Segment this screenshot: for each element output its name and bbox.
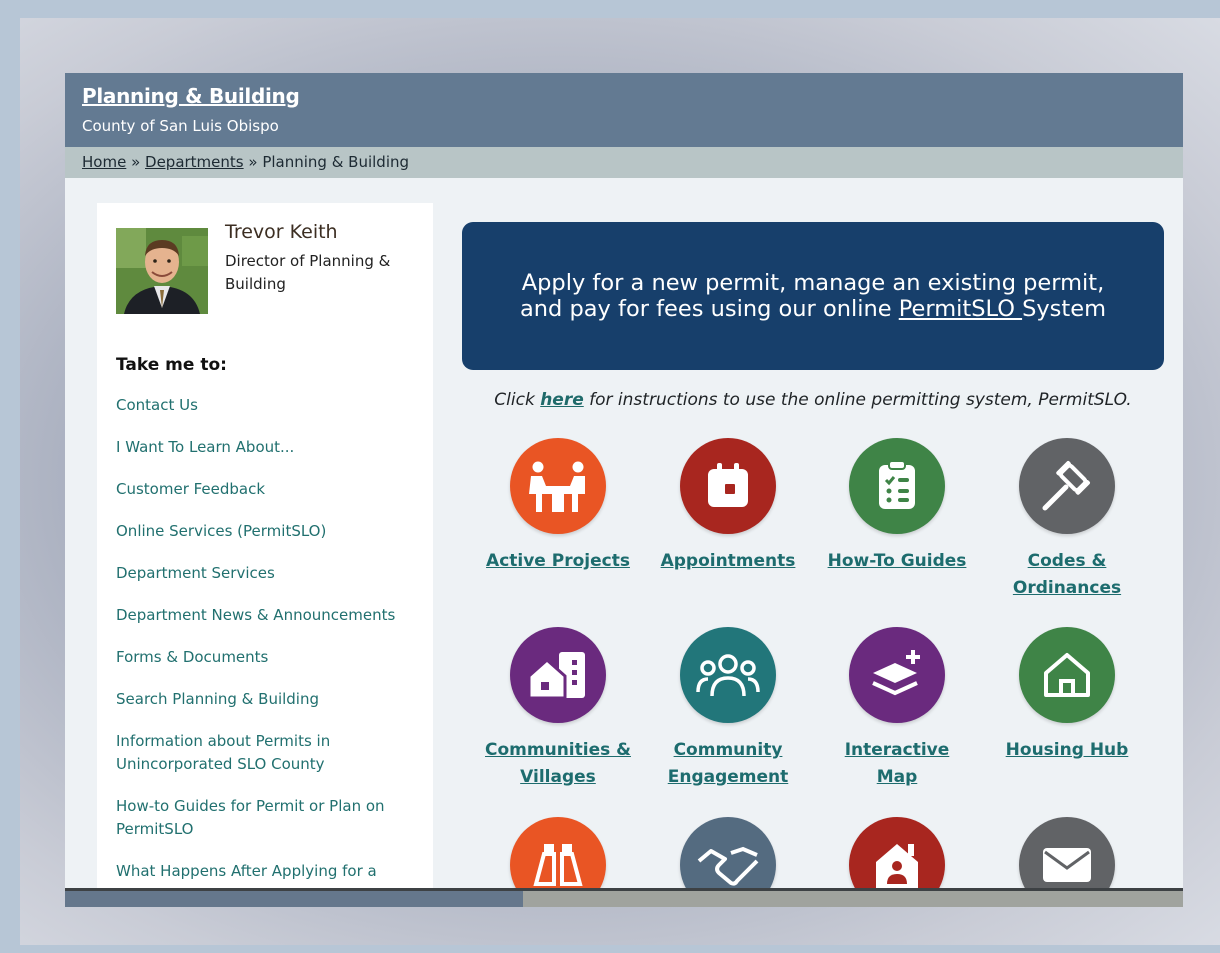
site-header: Planning & Building County of San Luis O… bbox=[65, 73, 1183, 147]
page-footer-strip bbox=[65, 888, 1183, 907]
sidebar-link-search[interactable]: Search Planning & Building bbox=[116, 688, 416, 711]
tile-circle bbox=[510, 627, 606, 723]
browser-page: Planning & Building County of San Luis O… bbox=[65, 73, 1183, 907]
tile-label: Appointments bbox=[660, 551, 796, 571]
sidebar-link-learn-about[interactable]: I Want To Learn About... bbox=[116, 436, 416, 459]
tile-circle bbox=[849, 627, 945, 723]
tile-circle bbox=[680, 438, 776, 534]
tile-label: Communities & Villages bbox=[485, 740, 631, 787]
instructions-here-link[interactable]: here bbox=[540, 390, 584, 410]
people-meeting-icon bbox=[529, 461, 585, 512]
breadcrumb-current: Planning & Building bbox=[262, 153, 410, 171]
sidebar-link-department-services[interactable]: Department Services bbox=[116, 562, 416, 585]
envelope-icon bbox=[1043, 848, 1091, 882]
banner-text: Apply for a new permit, manage an existi… bbox=[502, 270, 1124, 322]
director-name: Trevor Keith bbox=[225, 221, 338, 243]
tile-communities-villages[interactable]: Communities & Villages bbox=[483, 627, 633, 791]
sidebar-link-news[interactable]: Department News & Announcements bbox=[116, 604, 416, 627]
sidebar-link-permits-info[interactable]: Information about Permits in Unincorpora… bbox=[116, 730, 416, 776]
tile-label: Interactive Map bbox=[844, 740, 950, 787]
tile-appointments[interactable]: Appointments bbox=[653, 438, 803, 575]
sidebar-link-after-applying[interactable]: What Happens After Applying for a bbox=[116, 860, 416, 883]
tile-how-to-guides[interactable]: How-To Guides bbox=[822, 438, 972, 575]
director-title: Director of Planning & Building bbox=[225, 252, 391, 293]
tile-label: Community Engagement bbox=[667, 740, 789, 787]
map-layers-icon bbox=[872, 650, 920, 696]
site-title-link[interactable]: Planning & Building bbox=[82, 84, 300, 108]
footer-divider bbox=[65, 888, 1183, 891]
breadcrumb: Home » Departments » Planning & Building bbox=[65, 147, 1183, 178]
sidebar-link-forms[interactable]: Forms & Documents bbox=[116, 646, 416, 669]
tile-active-projects[interactable]: Active Projects bbox=[483, 438, 633, 575]
breadcrumb-separator: » bbox=[126, 153, 146, 171]
binoculars-icon bbox=[533, 844, 583, 886]
permitslo-link[interactable]: PermitSLO bbox=[899, 296, 1022, 322]
director-photo bbox=[116, 228, 208, 314]
permitslo-banner: Apply for a new permit, manage an existi… bbox=[462, 222, 1164, 370]
sidebar-link-customer-feedback[interactable]: Customer Feedback bbox=[116, 478, 416, 501]
tile-circle bbox=[1019, 627, 1115, 723]
tile-circle bbox=[510, 438, 606, 534]
house-icon bbox=[1044, 653, 1090, 697]
take-me-to-heading: Take me to: bbox=[116, 355, 227, 375]
sidebar: Trevor Keith Director of Planning & Buil… bbox=[97, 203, 433, 893]
sidebar-link-how-to-guides[interactable]: How-to Guides for Permit or Plan on Perm… bbox=[116, 795, 416, 841]
tile-label: Active Projects bbox=[486, 551, 630, 571]
sidebar-link-contact-us[interactable]: Contact Us bbox=[116, 394, 416, 417]
handshake-icon bbox=[697, 846, 759, 886]
site-subtitle: County of San Luis Obispo bbox=[82, 117, 279, 135]
tile-label: Housing Hub bbox=[1005, 740, 1129, 760]
group-people-icon bbox=[696, 654, 760, 697]
tile-circle bbox=[680, 627, 776, 723]
calendar-icon bbox=[708, 463, 748, 507]
house-buildings-icon bbox=[527, 652, 585, 700]
sidebar-nav: Contact Us I Want To Learn About... Cust… bbox=[116, 394, 416, 902]
tile-circle bbox=[1019, 438, 1115, 534]
tile-housing-hub[interactable]: Housing Hub bbox=[992, 627, 1142, 764]
instructions-line: Click here for instructions to use the o… bbox=[462, 390, 1164, 410]
tile-community-engagement[interactable]: Community Engagement bbox=[653, 627, 803, 791]
tile-codes-ordinances[interactable]: Codes & Ordinances bbox=[992, 438, 1142, 602]
house-person-icon bbox=[876, 844, 918, 888]
tile-label: How-To Guides bbox=[827, 551, 967, 571]
clipboard-checklist-icon bbox=[879, 461, 915, 509]
instructions-after: for instructions to use the online permi… bbox=[583, 390, 1132, 410]
instructions-before: Click bbox=[494, 390, 541, 410]
tile-circle bbox=[849, 438, 945, 534]
tile-interactive-map[interactable]: Interactive Map bbox=[822, 627, 972, 791]
tile-label: Codes & Ordinances bbox=[1012, 551, 1122, 598]
breadcrumb-departments-link[interactable]: Departments bbox=[145, 153, 244, 171]
banner-text-after: System bbox=[1022, 296, 1106, 322]
breadcrumb-separator: » bbox=[243, 153, 263, 171]
sidebar-link-online-services[interactable]: Online Services (PermitSLO) bbox=[116, 520, 416, 543]
gavel-icon bbox=[1042, 461, 1090, 511]
breadcrumb-home-link[interactable]: Home bbox=[82, 153, 126, 171]
